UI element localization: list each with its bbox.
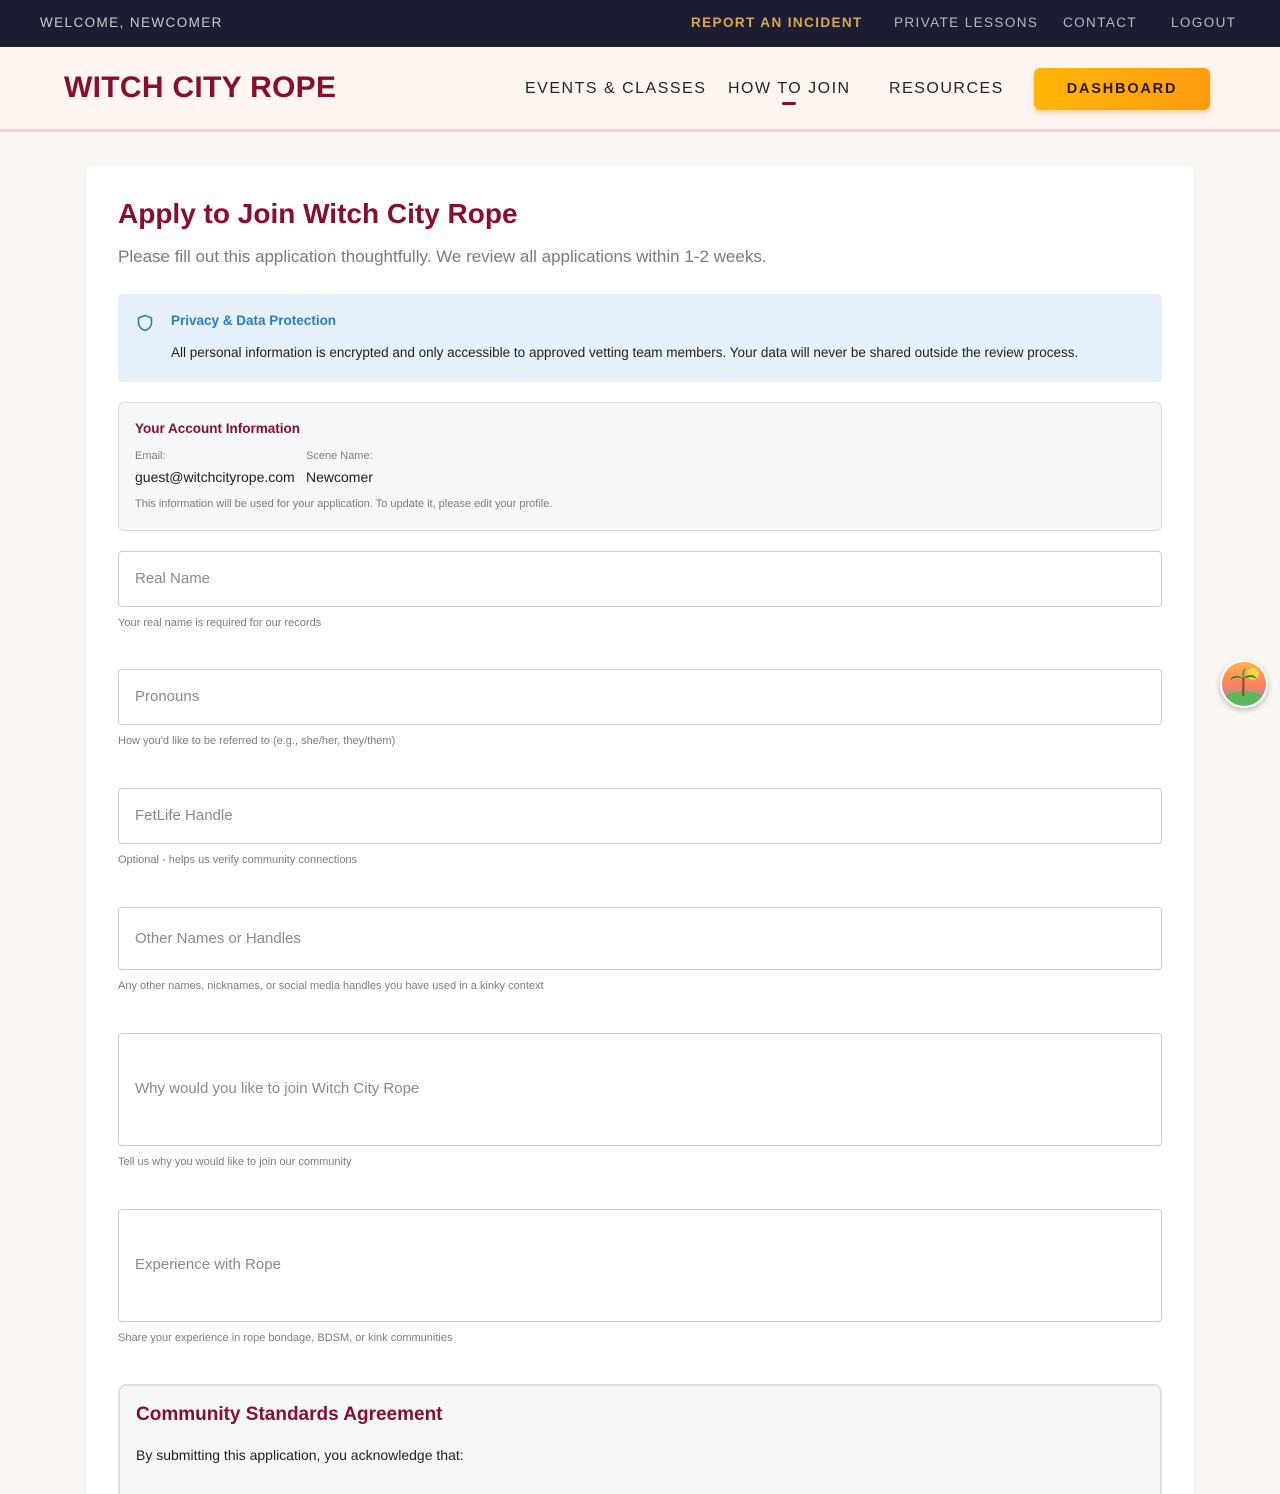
why-join-placeholder: Why would you like to join Witch City Ro…: [135, 1080, 420, 1097]
other-names-help: Any other names, nicknames, or social me…: [118, 980, 544, 992]
dashboard-button[interactable]: DASHBOARD: [1034, 68, 1210, 110]
rope-experience-placeholder: Experience with Rope: [135, 1256, 281, 1273]
logout-link[interactable]: LOGOUT: [1171, 15, 1236, 30]
rope-experience-help: Share your experience in rope bondage, B…: [118, 1332, 453, 1344]
active-nav-indicator: [782, 102, 796, 105]
email-label: Email:: [135, 450, 166, 462]
privacy-notice: Privacy & Data Protection All personal i…: [118, 294, 1162, 382]
rope-experience-textarea[interactable]: Experience with Rope: [118, 1209, 1162, 1322]
welcome-text: WELCOME, NEWCOMER: [40, 15, 223, 30]
real-name-help: Your real name is required for our recor…: [118, 617, 322, 629]
private-lessons-link[interactable]: PRIVATE LESSONS: [894, 15, 1038, 30]
nav-events-classes[interactable]: EVENTS & CLASSES: [525, 80, 706, 98]
pronouns-field[interactable]: Pronouns: [118, 669, 1162, 725]
privacy-text: All personal information is encrypted an…: [171, 345, 1079, 360]
real-name-placeholder: Real Name: [135, 570, 211, 587]
shield-icon: [136, 314, 154, 332]
island-avatar-icon[interactable]: [1220, 660, 1268, 708]
report-incident-link[interactable]: REPORT AN INCIDENT: [691, 15, 863, 30]
contact-link[interactable]: CONTACT: [1063, 15, 1137, 30]
fetlife-handle-help: Optional - helps us verify community con…: [118, 854, 358, 866]
standards-title: Community Standards Agreement: [136, 1404, 443, 1425]
standards-text: By submitting this application, you ackn…: [136, 1447, 464, 1463]
main-header: WITCH CITY ROPE EVENTS & CLASSES HOW TO …: [0, 47, 1280, 132]
email-value: guest@witchcityrope.com: [135, 469, 295, 485]
fetlife-handle-placeholder: FetLife Handle: [135, 807, 233, 824]
nav-resources[interactable]: RESOURCES: [889, 80, 1004, 98]
why-join-textarea[interactable]: Why would you like to join Witch City Ro…: [118, 1033, 1162, 1146]
pronouns-help: How you'd like to be referred to (e.g., …: [118, 735, 396, 747]
site-logo[interactable]: WITCH CITY ROPE: [64, 71, 336, 105]
scene-name-value: Newcomer: [306, 469, 373, 485]
privacy-title: Privacy & Data Protection: [171, 313, 337, 328]
account-info-box: Your Account Information Email: guest@wi…: [118, 402, 1162, 531]
scene-name-label: Scene Name:: [306, 450, 373, 462]
community-standards-box: Community Standards Agreement By submitt…: [118, 1384, 1162, 1494]
nav-how-to-join[interactable]: HOW TO JOIN: [728, 80, 851, 98]
real-name-field[interactable]: Real Name: [118, 551, 1162, 607]
account-info-note: This information will be used for your a…: [135, 498, 553, 510]
pronouns-placeholder: Pronouns: [135, 688, 200, 705]
other-names-field[interactable]: Other Names or Handles: [118, 907, 1162, 970]
utility-bar: WELCOME, NEWCOMER REPORT AN INCIDENT PRI…: [0, 0, 1280, 47]
account-info-title: Your Account Information: [135, 421, 300, 436]
other-names-placeholder: Other Names or Handles: [135, 930, 301, 947]
page-subtitle: Please fill out this application thought…: [118, 247, 767, 266]
fetlife-handle-field[interactable]: FetLife Handle: [118, 788, 1162, 844]
why-join-help: Tell us why you would like to join our c…: [118, 1156, 352, 1168]
page-title: Apply to Join Witch City Rope: [118, 198, 518, 229]
